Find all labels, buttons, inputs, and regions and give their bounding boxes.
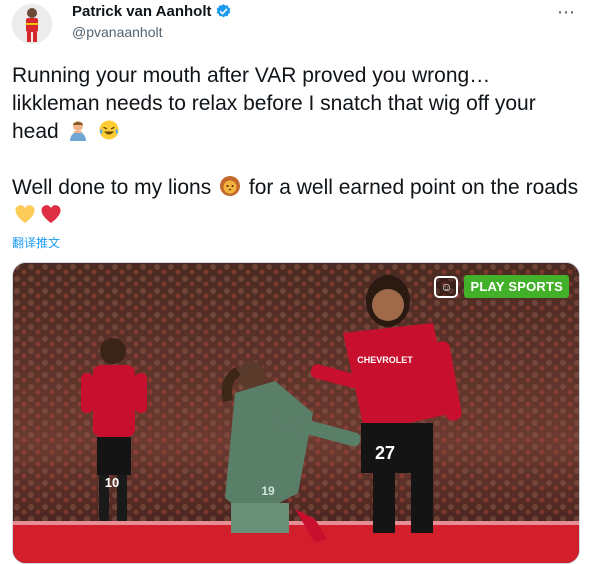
shirt-number-green: 19: [261, 484, 275, 498]
yellow-heart-emoji-icon: [14, 203, 36, 225]
lion-emoji-icon: [219, 175, 241, 197]
author-display-name[interactable]: Patrick van Aanholt: [72, 3, 211, 20]
tweet-media[interactable]: 10 19 CHEVROLET 27 ☺ PLAY SPORTS: [12, 262, 580, 564]
match-photo: 10 19 CHEVROLET 27: [13, 263, 579, 563]
shirt-number-left: 10: [105, 475, 119, 490]
verified-badge-icon: [215, 3, 232, 20]
author-handle[interactable]: @pvanaanholt: [72, 24, 163, 40]
crying-laughing-emoji-icon: [98, 119, 120, 141]
translate-tweet-link[interactable]: 翻译推文: [12, 234, 60, 251]
tweet-text-line2: Well done to my lions: [12, 176, 212, 199]
tweet-text-line1: Running your mouth after VAR proved you …: [12, 64, 536, 143]
red-heart-emoji-icon: [40, 203, 62, 225]
more-options-icon[interactable]: ⋯: [557, 2, 576, 23]
avatar-image: [12, 4, 52, 44]
avatar[interactable]: [12, 4, 52, 44]
tweet-text-line2-rest: for a well earned point on the roads: [248, 176, 579, 199]
play-sports-logo-icon: ☺: [434, 275, 459, 298]
play-sports-label: PLAY SPORTS: [464, 275, 569, 298]
sponsor-text: CHEVROLET: [357, 355, 413, 365]
shirt-number-right: 27: [375, 443, 395, 463]
tweet-text: Running your mouth after VAR proved you …: [12, 62, 582, 230]
tweet-paragraph-2: Well done to my lions for a well earned …: [12, 174, 582, 230]
tweet-paragraph-1: Running your mouth after VAR proved you …: [12, 62, 582, 146]
man-haircut-emoji-icon: [67, 119, 89, 141]
author-name-line[interactable]: Patrick van Aanholt: [72, 3, 232, 20]
play-sports-watermark: ☺ PLAY SPORTS: [434, 275, 569, 298]
